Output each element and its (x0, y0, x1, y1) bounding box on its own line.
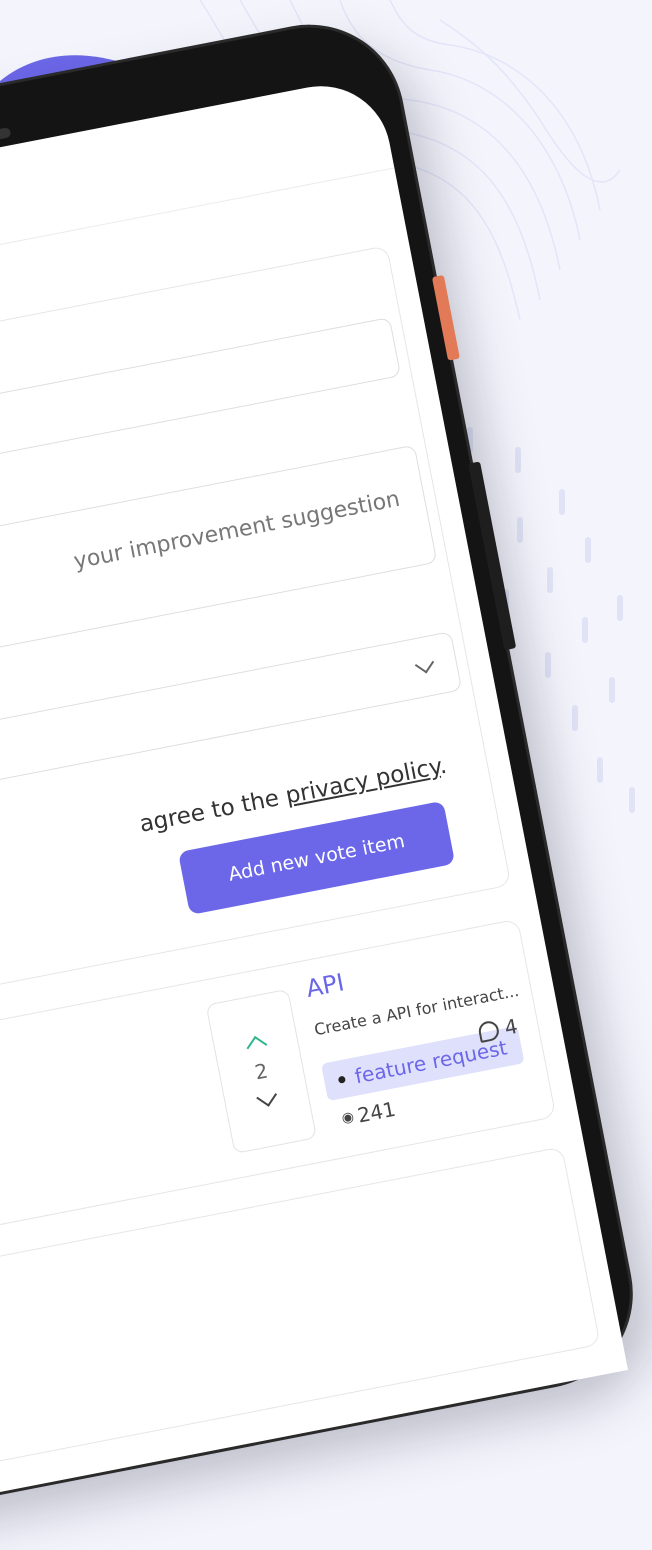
downvote-icon[interactable] (255, 1086, 277, 1107)
view-count-value: 241 (355, 1096, 398, 1128)
view-count: ◉ 241 (340, 1096, 398, 1131)
consent-prefix: agree to the (137, 783, 289, 838)
description-placeholder: your improvement suggestion (71, 486, 402, 575)
comment-icon (477, 1019, 501, 1043)
privacy-policy-link[interactable]: privacy policy (283, 754, 441, 809)
eye-icon: ◉ (340, 1108, 356, 1127)
vote-box: 2 (205, 988, 318, 1155)
upvote-icon[interactable] (246, 1035, 267, 1057)
chevron-down-icon (414, 654, 435, 674)
comment-count-value: 4 (502, 1013, 520, 1040)
vote-count: 2 (252, 1058, 270, 1085)
vote-item-title[interactable]: API (304, 968, 347, 1003)
bullet-icon (337, 1075, 346, 1084)
